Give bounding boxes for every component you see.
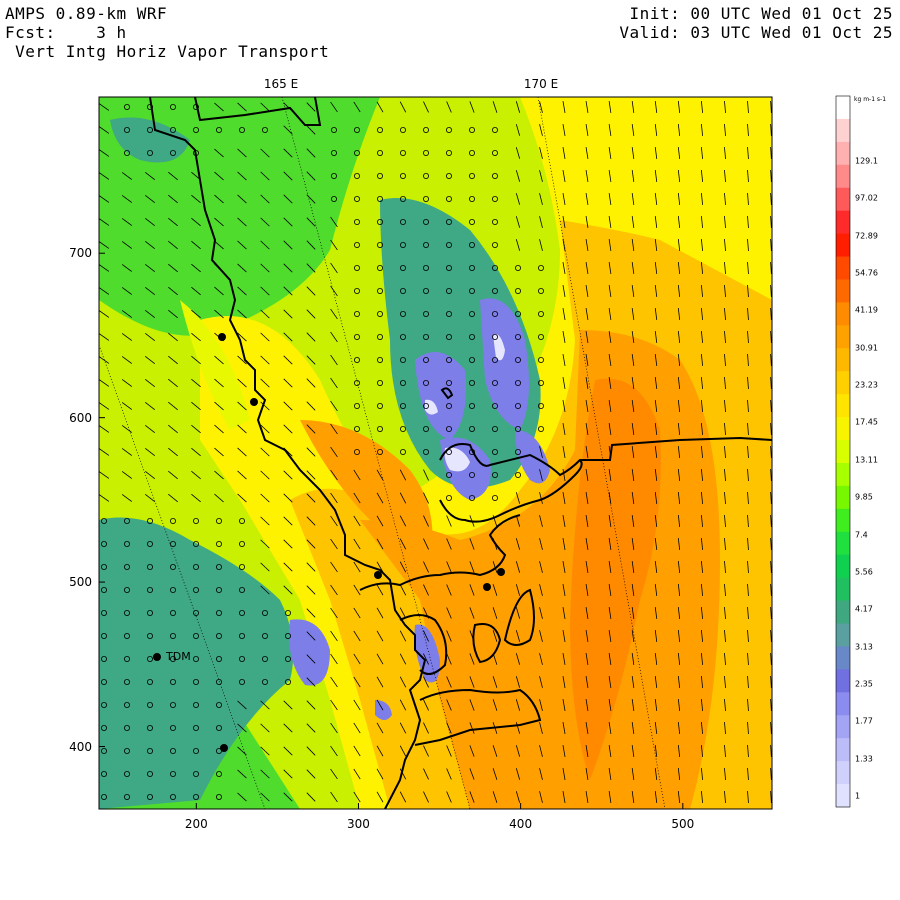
colorbar-label: 30.91 — [855, 343, 878, 353]
x-tick-label: 400 — [509, 817, 533, 831]
colorbar-label: 41.19 — [855, 305, 878, 315]
colorbar-swatch — [836, 554, 850, 579]
y-tick-label: 400 — [69, 739, 92, 754]
colorbar-label: 54.76 — [855, 268, 878, 278]
model-name: AMPS 0.89-km WRF — [5, 4, 168, 23]
field-name: Vert Intg Horiz Vapor Transport — [15, 42, 330, 61]
colorbar-swatch — [836, 485, 850, 510]
y-tick-label: 600 — [69, 410, 92, 425]
colorbar-swatch — [836, 118, 850, 143]
x-tick-label: 500 — [671, 817, 695, 831]
colorbar-label: 2.35 — [855, 679, 873, 689]
colorbar-swatch — [836, 141, 850, 166]
x-tick-label: 300 — [347, 817, 370, 831]
colorbar-label: 13.11 — [855, 455, 878, 465]
station-dot — [374, 571, 382, 579]
colorbar-label: 17.45 — [855, 417, 878, 427]
colorbar-label: 7.4 — [855, 530, 868, 540]
station-dot — [250, 398, 258, 406]
forecast-label: Fcst: — [5, 23, 56, 42]
init-time: Init: 00 UTC Wed 01 Oct 25 — [629, 4, 893, 23]
lon-label-165e: 165 E — [263, 77, 299, 91]
colorbar-swatch — [836, 348, 850, 372]
colorbar-swatch — [836, 394, 850, 418]
y-tick-label: 500 — [69, 575, 92, 590]
colorbar-label: 5.56 — [855, 567, 873, 577]
station-dot — [483, 583, 491, 591]
colorbar-swatch — [836, 210, 850, 235]
colorbar-swatch — [836, 256, 850, 280]
colorbar-label: 97.02 — [855, 193, 878, 203]
colorbar-swatch — [836, 531, 850, 556]
colorbar-swatch — [836, 325, 850, 349]
colorbar-swatch — [836, 233, 850, 258]
colorbar-swatch — [836, 371, 850, 395]
station-dot — [220, 744, 228, 752]
colorbar-label: 23.23 — [855, 380, 878, 390]
header-right: Init: 00 UTC Wed 01 Oct 25 Valid: 03 UTC… — [619, 4, 893, 42]
colorbar-swatch — [836, 646, 850, 670]
station-dot — [497, 568, 505, 576]
colorbar-swatch — [836, 417, 850, 441]
colorbar-swatch — [836, 623, 850, 647]
y-tick-label: 700 — [69, 246, 92, 261]
colorbar-swatch — [836, 279, 850, 303]
colorbar-label: 129.1 — [855, 156, 878, 166]
header-left: AMPS 0.89-km WRF Fcst: 3 h Vert Intg Hor… — [5, 4, 329, 61]
colorbar-swatch — [836, 508, 850, 533]
vapor-transport-field — [99, 97, 772, 809]
colorbar-swatch — [836, 164, 850, 189]
colorbar-swatch — [836, 784, 850, 808]
colorbar-swatch — [836, 692, 850, 716]
colorbar-swatch — [836, 761, 850, 785]
valid-time: Valid: 03 UTC Wed 01 Oct 25 — [619, 23, 893, 42]
x-tick-label: 200 — [184, 817, 208, 831]
station-dot-tdm — [153, 653, 161, 661]
colorbar-swatch — [836, 669, 850, 693]
lon-label-170e: 170 E — [523, 77, 559, 91]
colorbar-swatch — [836, 738, 850, 762]
colorbar-label: 9.85 — [855, 492, 873, 502]
forecast-hours: 3 h — [96, 23, 127, 42]
colorbar-swatch — [836, 577, 850, 602]
colorbar-swatch — [836, 462, 850, 487]
colorbar-unit: kg m-1 s-1 — [854, 96, 887, 103]
colorbar-swatch — [836, 440, 850, 464]
colorbar-swatch — [836, 96, 850, 120]
colorbar — [835, 95, 851, 808]
colorbar-label: 1.33 — [855, 754, 873, 764]
colorbar-swatch — [836, 187, 850, 212]
colorbar-label: 3.13 — [855, 642, 873, 652]
colorbar-swatch — [836, 600, 850, 625]
station-label-tdm: TDM — [166, 650, 191, 663]
colorbar-swatch — [836, 302, 850, 326]
colorbar-swatch — [836, 715, 850, 739]
colorbar-label: 1.77 — [855, 716, 873, 726]
colorbar-label: 72.89 — [855, 231, 878, 241]
colorbar-label: 4.17 — [855, 604, 873, 614]
station-dot — [218, 333, 226, 341]
colorbar-label: 1 — [855, 791, 861, 801]
map-figure — [98, 95, 851, 810]
